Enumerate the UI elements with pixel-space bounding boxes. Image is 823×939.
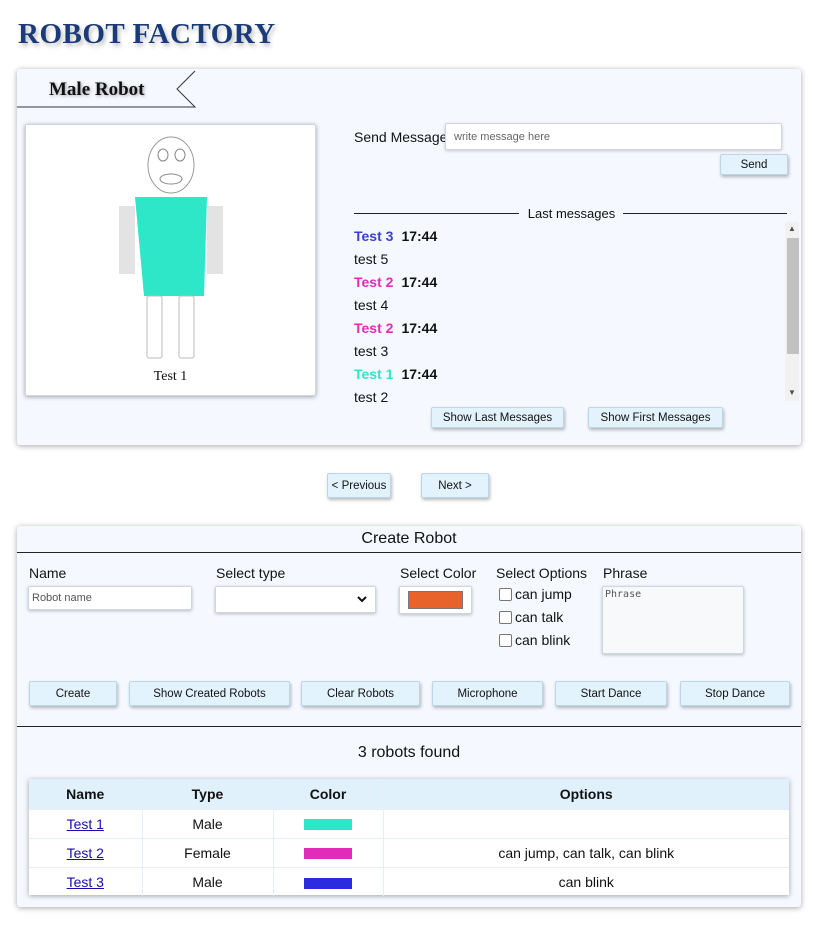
message-time: 17:44: [401, 228, 438, 244]
scroll-down-icon[interactable]: ▼: [788, 389, 796, 397]
robot-panel: Male Robot Test 1 Send Message: Send Las…: [17, 69, 801, 445]
robot-right-arm: [207, 206, 223, 274]
robot-left-arm: [119, 206, 135, 274]
start-dance-button[interactable]: Start Dance: [555, 681, 667, 706]
robot-type-cell: Female: [141, 837, 273, 867]
robots-found-count: 3 robots found: [357, 744, 461, 761]
scroll-thumb[interactable]: [787, 238, 799, 354]
list-item: Test 3 17:44 test 5: [354, 225, 774, 271]
robot-color-cell: [272, 837, 383, 867]
robot-type-cell: Male: [141, 866, 273, 896]
robot-left-eye: [157, 148, 169, 162]
option-label: can talk: [515, 609, 564, 625]
color-label: Select Color: [400, 565, 477, 581]
column-header-name: Name: [29, 779, 142, 809]
robot-color-cell: [272, 866, 383, 896]
show-created-robots-button[interactable]: Show Created Robots: [129, 681, 290, 706]
type-label: Select type: [216, 565, 286, 581]
message-input[interactable]: [445, 123, 782, 150]
robots-table: Name Type Color Options Test 1 Male Test…: [29, 779, 789, 896]
checkbox[interactable]: [499, 587, 512, 601]
stop-dance-button[interactable]: Stop Dance: [680, 681, 790, 706]
option-can-blink[interactable]: can blink: [499, 632, 570, 648]
checkbox[interactable]: [499, 610, 512, 624]
option-can-jump[interactable]: can jump: [499, 586, 572, 602]
message-time: 17:44: [401, 274, 438, 290]
robot-mouth: [159, 173, 183, 185]
robot-name-link[interactable]: Test 2: [67, 845, 104, 861]
robot-type-cell: Male: [141, 808, 273, 838]
robot-head: [147, 136, 195, 194]
microphone-button[interactable]: Microphone: [432, 681, 543, 706]
color-swatch: [304, 819, 352, 831]
create-button[interactable]: Create: [29, 681, 117, 706]
color-picker[interactable]: [399, 586, 472, 614]
table-row: Test 1 Male: [29, 808, 789, 838]
column-header-color: Color: [272, 779, 383, 809]
robot-name-link[interactable]: Test 3: [67, 874, 104, 890]
robot-body: [135, 197, 207, 296]
table-row: Test 2 Female can jump, can talk, can bl…: [29, 837, 789, 867]
message-text: test 2: [354, 389, 389, 405]
message-time: 17:44: [401, 366, 438, 382]
robot-options-cell: can blink: [382, 866, 789, 896]
send-button[interactable]: Send: [720, 154, 788, 175]
name-label: Name: [29, 565, 67, 581]
next-button[interactable]: Next >: [421, 473, 489, 498]
list-item: Test 2 17:44 test 4: [354, 271, 774, 317]
robot-left-leg: [146, 295, 163, 359]
list-item: Test 2 17:44 test 3: [354, 317, 774, 363]
robot-options-cell: [382, 808, 789, 838]
robot-figure: [119, 136, 223, 359]
robot-color-cell: [272, 808, 383, 838]
send-message-label: Send Message:: [354, 129, 452, 145]
robot-tab-label: Male Robot: [49, 79, 145, 100]
show-last-messages-button[interactable]: Show Last Messages: [431, 407, 564, 428]
last-messages-title: Last messages: [527, 206, 616, 221]
section-divider: [17, 726, 801, 727]
option-can-talk[interactable]: can talk: [499, 609, 563, 625]
message-time: 17:44: [401, 320, 438, 336]
robot-name-input[interactable]: [28, 586, 192, 610]
show-first-messages-button[interactable]: Show First Messages: [588, 407, 723, 428]
column-header-options: Options: [382, 779, 789, 809]
message-text: test 5: [354, 251, 389, 267]
table-header-row: Name Type Color Options: [29, 779, 789, 809]
options-label: Select Options: [496, 565, 588, 581]
clear-robots-button[interactable]: Clear Robots: [301, 681, 420, 706]
message-text: test 3: [354, 343, 389, 359]
list-item: Test 1 17:44 test 2: [354, 363, 774, 405]
message-list: Test 3 17:44 test 5 Test 2 17:44 test 4 Te…: [354, 225, 774, 405]
message-author: Test 3: [354, 228, 394, 244]
checkbox[interactable]: [499, 633, 512, 647]
app-title: ROBOT FACTORY: [18, 18, 276, 50]
chevron-down-icon: [357, 596, 367, 603]
robot-type-select[interactable]: [215, 586, 376, 613]
message-text: test 4: [354, 297, 389, 313]
message-scrollbar[interactable]: ▲ ▼: [785, 222, 799, 401]
message-author: Test 2: [354, 320, 394, 336]
robot-preview: Test 1: [25, 124, 316, 396]
robot-name-link[interactable]: Test 1: [67, 816, 104, 832]
robot-right-leg: [178, 295, 195, 359]
color-picker-swatch: [408, 591, 463, 609]
option-label: can jump: [515, 586, 572, 602]
phrase-label: Phrase: [603, 565, 648, 581]
phrase-textarea[interactable]: [602, 586, 744, 654]
color-swatch: [304, 848, 352, 860]
option-label: can blink: [515, 632, 571, 648]
create-robot-title: Create Robot: [17, 526, 801, 553]
create-robot-panel: Create Robot Name Select type Select Col…: [17, 526, 801, 907]
robot-name: Test 1: [153, 369, 188, 384]
robot-right-eye: [174, 148, 186, 162]
previous-button[interactable]: < Previous: [327, 473, 391, 498]
robot-options-cell: can jump, can talk, can blink: [382, 837, 789, 867]
scroll-up-icon[interactable]: ▲: [788, 225, 796, 233]
message-author: Test 2: [354, 274, 394, 290]
column-header-type: Type: [141, 779, 273, 809]
color-swatch: [304, 877, 352, 889]
table-row: Test 3 Male can blink: [29, 866, 789, 896]
message-author: Test 1: [354, 366, 394, 382]
